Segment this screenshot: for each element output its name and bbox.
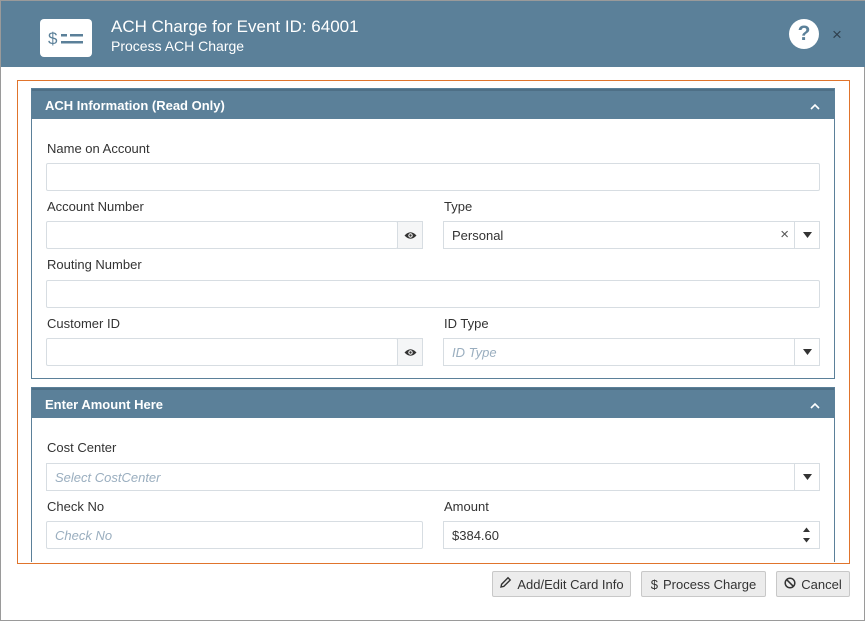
dialog-subtitle: Process ACH Charge	[111, 38, 245, 54]
cost-center-select[interactable]: Select CostCenter	[46, 463, 820, 491]
cancel-label: Cancel	[801, 576, 842, 592]
check-no-field[interactable]	[46, 521, 423, 549]
cancel-icon	[784, 576, 796, 592]
ach-panel-header[interactable]: ACH Information (Read Only)	[32, 89, 834, 119]
id-type-select[interactable]: ID Type	[443, 338, 820, 366]
process-charge-label: Process Charge	[663, 576, 757, 592]
amount-panel-header[interactable]: Enter Amount Here	[32, 388, 834, 418]
amount-label: Amount	[444, 499, 489, 514]
caret-down-icon[interactable]	[794, 464, 819, 490]
process-charge-button[interactable]: $ Process Charge	[641, 571, 766, 597]
id-type-placeholder: ID Type	[452, 345, 497, 360]
eye-icon	[404, 345, 417, 360]
routing-number-field[interactable]	[46, 280, 820, 308]
type-select[interactable]: Personal ×	[443, 221, 820, 249]
cost-center-label: Cost Center	[47, 440, 117, 455]
amount-value: $384.60	[452, 528, 499, 543]
cost-center-placeholder: Select CostCenter	[55, 470, 161, 485]
caret-down-icon[interactable]	[794, 339, 819, 365]
dialog-title: ACH Charge for Event ID: 64001	[111, 17, 359, 36]
help-icon[interactable]: ?	[789, 19, 819, 49]
clear-icon[interactable]: ×	[780, 227, 789, 242]
name-on-account-field[interactable]	[46, 163, 820, 191]
cancel-button[interactable]: Cancel	[776, 571, 850, 597]
chevron-up-icon[interactable]	[810, 99, 820, 110]
amount-panel-title: Enter Amount Here	[45, 397, 163, 412]
ach-charge-dialog: $ ACH Charge for Event ID: 64001 Process…	[0, 0, 865, 621]
ach-panel-title: ACH Information (Read Only)	[45, 98, 225, 113]
customer-id-field[interactable]	[46, 338, 398, 366]
svg-text:$: $	[48, 29, 58, 48]
account-number-field[interactable]	[46, 221, 398, 249]
dialog-header: $ ACH Charge for Event ID: 64001 Process…	[1, 1, 865, 67]
close-icon[interactable]: ×	[832, 26, 842, 43]
show-customer-id-button[interactable]	[397, 338, 423, 366]
dollar-icon: $	[650, 576, 658, 592]
add-edit-card-info-label: Add/Edit Card Info	[517, 576, 624, 592]
check-no-label: Check No	[47, 499, 105, 514]
id-type-label: ID Type	[444, 316, 489, 331]
customer-id-label: Customer ID	[47, 316, 120, 331]
type-selected-value: Personal	[452, 228, 504, 243]
enter-amount-panel: Enter Amount Here Cost Center Select Cos…	[31, 387, 835, 562]
show-account-number-button[interactable]	[397, 221, 423, 249]
name-on-account-label: Name on Account	[47, 141, 150, 156]
amount-field[interactable]: $384.60	[443, 521, 820, 549]
dollar-card-icon: $	[40, 19, 92, 57]
eye-icon	[404, 228, 417, 243]
account-number-label: Account Number	[47, 199, 144, 214]
ach-information-panel: ACH Information (Read Only) Name on Acco…	[31, 88, 835, 379]
pencil-icon	[499, 576, 512, 592]
amount-stepper[interactable]	[794, 522, 819, 548]
caret-down-icon[interactable]	[794, 222, 819, 248]
add-edit-card-info-button[interactable]: Add/Edit Card Info	[492, 571, 631, 597]
chevron-up-icon[interactable]	[810, 398, 820, 409]
type-label: Type	[444, 199, 473, 214]
routing-number-label: Routing Number	[47, 257, 142, 272]
